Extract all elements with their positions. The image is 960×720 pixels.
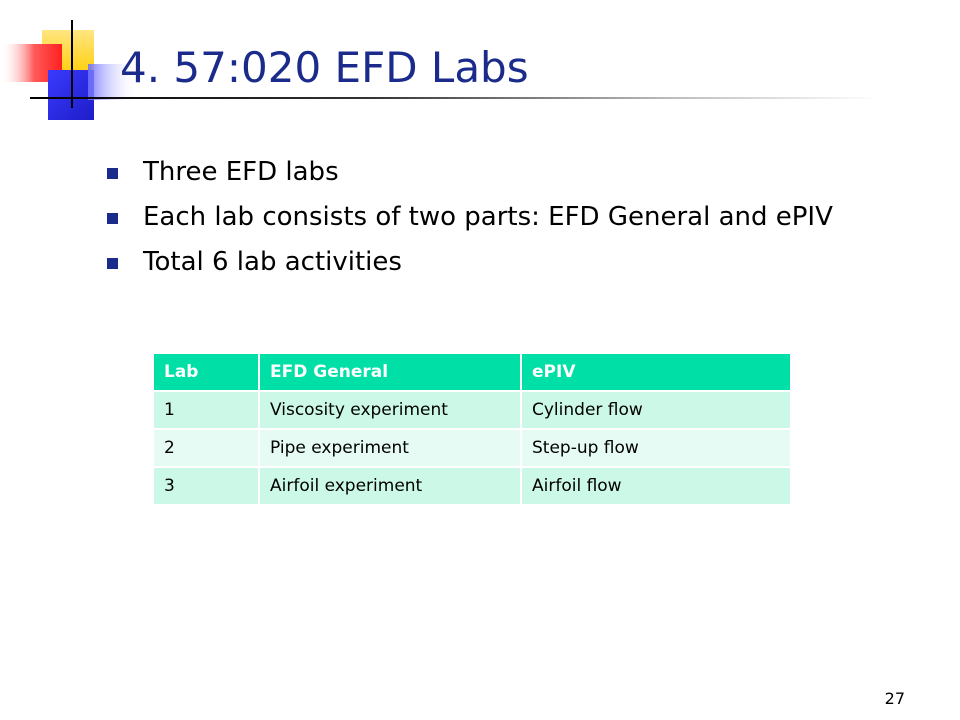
header-epiv: ePIV — [520, 352, 792, 392]
title-underline — [30, 97, 880, 99]
cell-epiv: Cylinder flow — [520, 390, 792, 430]
bullet-text: Total 6 lab activities — [143, 247, 402, 277]
page-number: 27 — [884, 689, 905, 708]
bullet-item: Three EFD labs — [107, 150, 833, 195]
table-row: 1 Viscosity experiment Cylinder flow — [152, 390, 792, 430]
slide-title: 4. 57:020 EFD Labs — [120, 43, 529, 92]
labs-table: Lab EFD General ePIV 1 Viscosity experim… — [152, 352, 792, 506]
header-efd-general: EFD General — [258, 352, 522, 392]
cell-efd-general: Viscosity experiment — [258, 390, 522, 430]
cell-lab: 2 — [152, 428, 260, 468]
table-row: 3 Airfoil experiment Airfoil flow — [152, 466, 792, 506]
cell-efd-general: Airfoil experiment — [258, 466, 522, 506]
cell-lab: 3 — [152, 466, 260, 506]
square-bullet-icon — [107, 213, 118, 224]
cell-epiv: Step-up flow — [520, 428, 792, 468]
square-bullet-icon — [107, 258, 118, 269]
bullet-item: Total 6 lab activities — [107, 240, 833, 285]
table-header-row: Lab EFD General ePIV — [152, 352, 792, 392]
bullet-text: Three EFD labs — [143, 157, 339, 187]
square-bullet-icon — [107, 168, 118, 179]
bullet-text: Each lab consists of two parts: EFD Gene… — [143, 202, 833, 232]
cell-lab: 1 — [152, 390, 260, 430]
header-lab: Lab — [152, 352, 260, 392]
bullet-item: Each lab consists of two parts: EFD Gene… — [107, 195, 833, 240]
table-row: 2 Pipe experiment Step-up flow — [152, 428, 792, 468]
bullet-list: Three EFD labs Each lab consists of two … — [107, 150, 833, 285]
cell-efd-general: Pipe experiment — [258, 428, 522, 468]
cell-epiv: Airfoil flow — [520, 466, 792, 506]
